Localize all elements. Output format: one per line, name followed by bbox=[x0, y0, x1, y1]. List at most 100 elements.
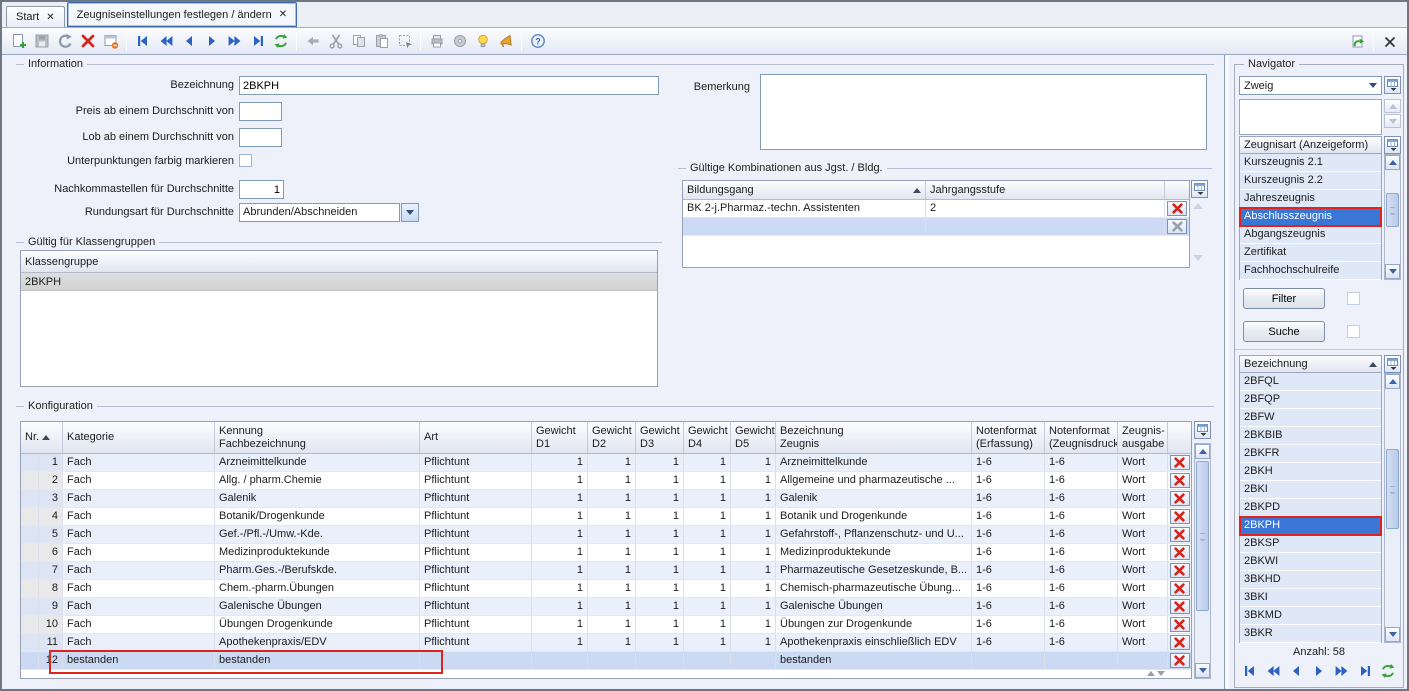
column-header-kategorie[interactable]: Kategorie bbox=[63, 422, 215, 453]
panel-splitter[interactable] bbox=[1224, 55, 1225, 689]
scrollbar-thumb[interactable] bbox=[1386, 193, 1399, 227]
list-item[interactable]: BS bbox=[1240, 100, 1381, 118]
print-button[interactable] bbox=[425, 30, 448, 53]
new-record-button[interactable] bbox=[7, 30, 30, 53]
scroll-down-button[interactable] bbox=[1384, 114, 1401, 128]
list-item[interactable]: 3BKR bbox=[1240, 625, 1381, 643]
list-item[interactable]: Abgangszeugnis bbox=[1240, 226, 1381, 244]
nav-fast-prev-button[interactable] bbox=[154, 30, 177, 53]
bezeichnung-list-header[interactable]: Bezeichnung bbox=[1239, 355, 1382, 373]
list-item[interactable]: 2BKSP bbox=[1240, 535, 1381, 553]
select-region-button[interactable] bbox=[393, 30, 416, 53]
table-row[interactable]: 9 Fach Galenische Übungen Pflichtunt 1 1… bbox=[21, 598, 1191, 616]
list-item[interactable]: Fachhochschulreife bbox=[1240, 262, 1381, 280]
back-arrow-button[interactable] bbox=[301, 30, 324, 53]
delete-row-button[interactable] bbox=[1170, 581, 1190, 596]
scroll-up-button[interactable] bbox=[1195, 444, 1210, 459]
zweig-grid-options-button[interactable] bbox=[1384, 76, 1401, 94]
table-row[interactable]: 4 Fach Botanik/Drogenkunde Pflichtunt 1 … bbox=[21, 508, 1191, 526]
refresh-button[interactable] bbox=[1378, 661, 1398, 681]
list-item[interactable]: 3BKI bbox=[1240, 589, 1381, 607]
nav-fast-prev-button[interactable] bbox=[1263, 661, 1283, 681]
delete-row-button[interactable] bbox=[1170, 617, 1190, 632]
table-row[interactable] bbox=[683, 218, 1189, 236]
bezeichnung-input[interactable] bbox=[239, 76, 659, 95]
bezeichnung-scrollbar[interactable] bbox=[1384, 373, 1401, 643]
table-row[interactable]: 11 Fach Apothekenpraxis/EDV Pflichtunt 1… bbox=[21, 634, 1191, 652]
nav-prev-button[interactable] bbox=[177, 30, 200, 53]
import-button[interactable] bbox=[1346, 30, 1369, 53]
rundungsart-dropdown-button[interactable] bbox=[401, 203, 419, 222]
remove-form-button[interactable] bbox=[99, 30, 122, 53]
column-header-klassengruppe[interactable]: Klassengruppe bbox=[21, 251, 657, 273]
delete-row-button[interactable] bbox=[1170, 527, 1190, 542]
list-item[interactable]: 2BFQP bbox=[1240, 391, 1381, 409]
list-item[interactable]: 3BKHD bbox=[1240, 571, 1381, 589]
close-tab-icon[interactable]: ✕ bbox=[46, 12, 54, 23]
tab-zeugniseinstellungen[interactable]: Zeugniseinstellungen festlegen / ändern … bbox=[67, 2, 297, 27]
nav-next-button[interactable] bbox=[1309, 661, 1329, 681]
save-button[interactable] bbox=[30, 30, 53, 53]
lob-input[interactable] bbox=[239, 128, 282, 147]
list-item[interactable]: 2BKH bbox=[1240, 463, 1381, 481]
nav-fast-next-button[interactable] bbox=[223, 30, 246, 53]
column-header-gewicht-d4[interactable]: GewichtD4 bbox=[684, 422, 731, 453]
list-item[interactable]: 2BKBIB bbox=[1240, 427, 1381, 445]
notification-horn-button[interactable] bbox=[494, 30, 517, 53]
scroll-down-button[interactable] bbox=[1385, 264, 1400, 279]
table-row[interactable]: 5 Fach Gef.-/Pfl.-/Umw.-Kde. Pflichtunt … bbox=[21, 526, 1191, 544]
zeugnisart-header[interactable]: Zeugnisart (Anzeigeform) bbox=[1239, 136, 1382, 154]
unterpunktungen-checkbox[interactable] bbox=[239, 154, 252, 167]
close-tab-icon[interactable]: ✕ bbox=[279, 9, 287, 20]
zweig-select[interactable]: Zweig bbox=[1239, 76, 1382, 95]
delete-row-button[interactable] bbox=[1170, 599, 1190, 614]
list-item[interactable]: 2BKFR bbox=[1240, 445, 1381, 463]
bezeichnung-grid-options-button[interactable] bbox=[1384, 355, 1401, 373]
list-item[interactable]: Kurszeugnis 2.1 bbox=[1240, 154, 1381, 172]
scrollbar-thumb[interactable] bbox=[1196, 461, 1209, 611]
table-row[interactable]: 7 Fach Pharm.Ges.-/Berufskde. Pflichtunt… bbox=[21, 562, 1191, 580]
zeugnisart-scrollbar[interactable] bbox=[1384, 154, 1401, 280]
column-header-bezeichnung-zeugnis[interactable]: BezeichnungZeugnis bbox=[776, 422, 972, 453]
scroll-down-button[interactable] bbox=[1195, 663, 1210, 678]
delete-row-button[interactable] bbox=[1170, 653, 1190, 668]
nav-first-button[interactable] bbox=[1240, 661, 1260, 681]
filter-checkbox[interactable] bbox=[1347, 292, 1360, 305]
delete-row-button[interactable] bbox=[1170, 509, 1190, 524]
delete-row-button[interactable] bbox=[1170, 563, 1190, 578]
table-row[interactable]: 6 Fach Medizinproduktekunde Pflichtunt 1… bbox=[21, 544, 1191, 562]
row-spinner[interactable] bbox=[1147, 671, 1165, 676]
bemerkung-textarea[interactable] bbox=[760, 74, 1207, 150]
kombinationen-grid-options-button[interactable] bbox=[1191, 180, 1208, 198]
cut-button[interactable] bbox=[324, 30, 347, 53]
close-panel-button[interactable] bbox=[1378, 30, 1401, 53]
table-row[interactable]: BK 2-j.Pharmaz.-techn. Assistenten 2 bbox=[683, 200, 1189, 218]
delete-row-button[interactable] bbox=[1170, 473, 1190, 488]
list-item[interactable]: 2BKI bbox=[1240, 481, 1381, 499]
list-item[interactable]: 2BFW bbox=[1240, 409, 1381, 427]
column-header-gewicht-d5[interactable]: GewichtD5 bbox=[731, 422, 776, 453]
scroll-up-button[interactable] bbox=[1385, 374, 1400, 389]
column-header-notenformat-erfassung[interactable]: Notenformat(Erfassung) bbox=[972, 422, 1045, 453]
list-item[interactable]: 2BKPD bbox=[1240, 499, 1381, 517]
refresh-button[interactable] bbox=[269, 30, 292, 53]
nav-last-button[interactable] bbox=[1355, 661, 1375, 681]
table-row[interactable]: 2BKPH bbox=[21, 273, 657, 291]
nav-first-button[interactable] bbox=[131, 30, 154, 53]
table-row[interactable]: 10 Fach Übungen Drogenkunde Pflichtunt 1… bbox=[21, 616, 1191, 634]
nav-prev-button[interactable] bbox=[1286, 661, 1306, 681]
table-row[interactable]: 3 Fach Galenik Pflichtunt 1 1 1 1 1 Gale… bbox=[21, 490, 1191, 508]
nav-fast-next-button[interactable] bbox=[1332, 661, 1352, 681]
delete-row-button[interactable] bbox=[1170, 635, 1190, 650]
suche-button[interactable]: Suche bbox=[1243, 321, 1325, 342]
scroll-down-button[interactable] bbox=[1385, 627, 1400, 642]
delete-row-button[interactable] bbox=[1167, 201, 1187, 216]
list-item[interactable]: Zertifikat bbox=[1240, 244, 1381, 262]
copy-button[interactable] bbox=[347, 30, 370, 53]
filter-button[interactable]: Filter bbox=[1243, 288, 1325, 309]
delete-record-button[interactable] bbox=[76, 30, 99, 53]
list-item[interactable]: Abschlusszeugnis bbox=[1240, 208, 1381, 226]
list-item[interactable]: Kurszeugnis 2.2 bbox=[1240, 172, 1381, 190]
column-header-gewicht-d1[interactable]: GewichtD1 bbox=[532, 422, 588, 453]
column-header-gewicht-d2[interactable]: GewichtD2 bbox=[588, 422, 636, 453]
